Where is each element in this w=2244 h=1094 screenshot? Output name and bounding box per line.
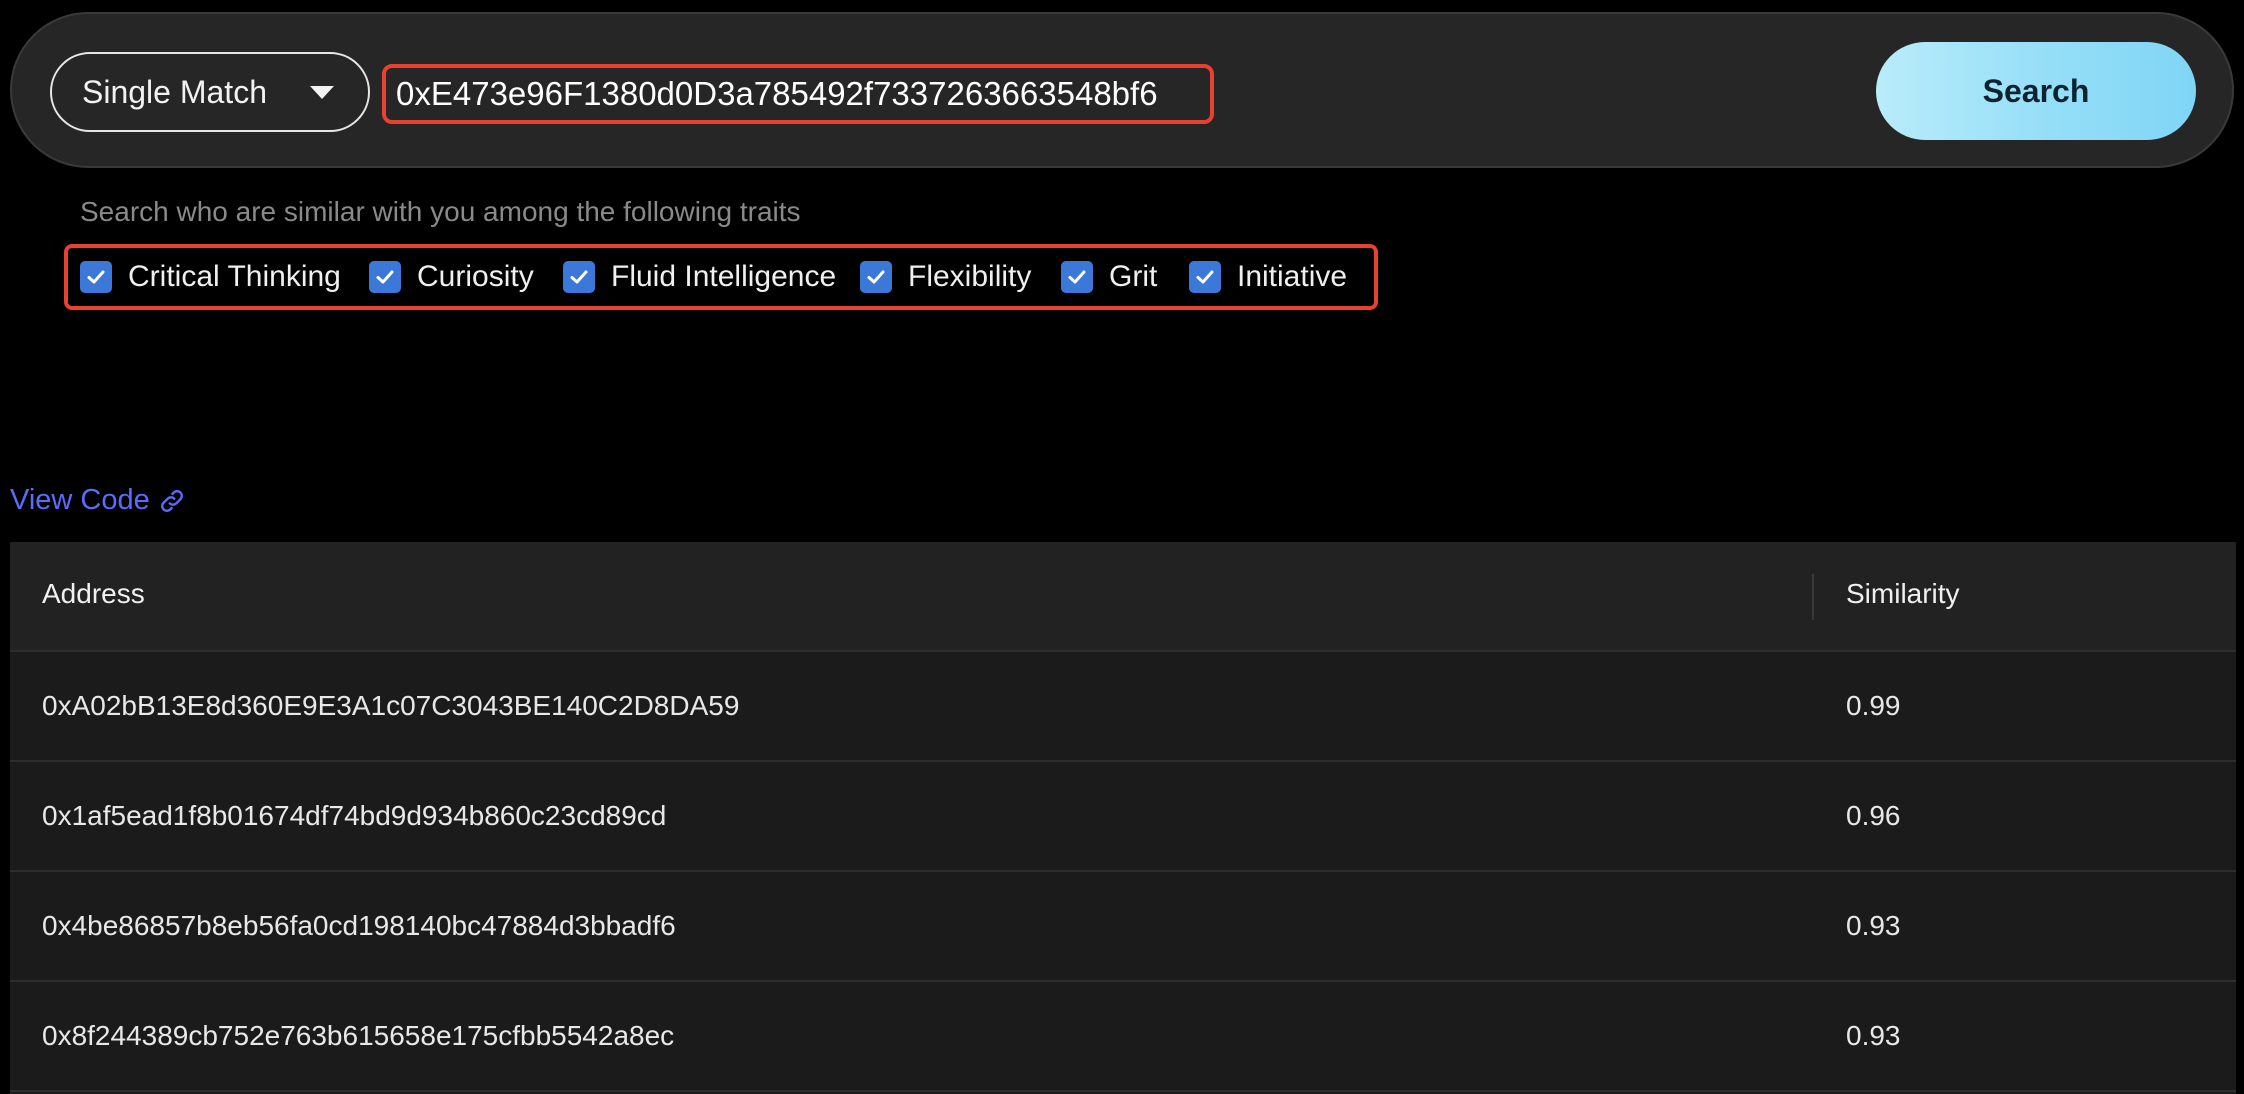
trait-flexibility[interactable]: Flexibility — [860, 258, 1031, 296]
table-header: Address Similarity — [10, 542, 2236, 652]
similarity-column-header[interactable]: Similarity — [1846, 578, 1960, 610]
view-code-label: View Code — [10, 484, 150, 516]
row-address: 0xA02bB13E8d360E9E3A1c07C3043BE140C2D8DA… — [42, 690, 740, 721]
checkbox-checked-icon[interactable] — [860, 261, 892, 293]
checkbox-checked-icon[interactable] — [80, 261, 112, 293]
row-address: 0x4be86857b8eb56fa0cd198140bc47884d3bbad… — [42, 910, 676, 941]
trait-critical-thinking[interactable]: Critical Thinking — [80, 258, 341, 296]
trait-grit[interactable]: Grit — [1061, 258, 1157, 296]
checkbox-checked-icon[interactable] — [369, 261, 401, 293]
trait-label: Initiative — [1237, 260, 1348, 293]
view-code-link[interactable]: View Code — [10, 484, 186, 517]
chevron-down-icon — [310, 86, 334, 99]
checkbox-checked-icon[interactable] — [1061, 261, 1093, 293]
trait-initiative[interactable]: Initiative — [1189, 258, 1347, 296]
trait-label: Flexibility — [908, 260, 1032, 293]
row-address: 0x8f244389cb752e763b615658e175cfbb5542a8… — [42, 1020, 675, 1051]
search-button[interactable]: Search — [1876, 42, 2196, 140]
row-similarity: 0.93 — [1846, 910, 1901, 941]
checkbox-checked-icon[interactable] — [1189, 261, 1221, 293]
trait-label: Critical Thinking — [128, 260, 341, 293]
link-icon — [160, 489, 183, 512]
column-divider[interactable] — [1812, 574, 1814, 620]
traits-hint: Search who are similar with you among th… — [80, 196, 801, 227]
table-row[interactable]: 0x8f244389cb752e763b615658e175cfbb5542a8… — [10, 982, 2236, 1092]
results-table: Address Similarity 0xA02bB13E8d360E9E3A1… — [10, 542, 2236, 1094]
table-row[interactable]: 0x4be86857b8eb56fa0cd198140bc47884d3bbad… — [10, 872, 2236, 982]
checkbox-checked-icon[interactable] — [563, 261, 595, 293]
address-search-input[interactable] — [382, 64, 1214, 124]
row-address: 0x1af5ead1f8b01674df74bd9d934b860c23cd89… — [42, 800, 667, 831]
search-bar: Single Match Search — [10, 12, 2234, 168]
table-row[interactable]: 0x1af5ead1f8b01674df74bd9d934b860c23cd89… — [10, 762, 2236, 872]
trait-label: Grit — [1109, 260, 1158, 293]
match-mode-label: Single Match — [82, 73, 267, 110]
row-similarity: 0.96 — [1846, 800, 1901, 831]
row-similarity: 0.99 — [1846, 690, 1901, 721]
table-row[interactable]: 0xA02bB13E8d360E9E3A1c07C3043BE140C2D8DA… — [10, 652, 2236, 762]
trait-fluid-intelligence[interactable]: Fluid Intelligence — [563, 258, 836, 296]
trait-label: Fluid Intelligence — [611, 260, 837, 293]
row-similarity: 0.93 — [1846, 1020, 1901, 1051]
trait-label: Curiosity — [417, 260, 534, 293]
address-column-header[interactable]: Address — [42, 578, 145, 610]
trait-curiosity[interactable]: Curiosity — [369, 258, 534, 296]
match-mode-dropdown[interactable]: Single Match — [50, 52, 370, 132]
